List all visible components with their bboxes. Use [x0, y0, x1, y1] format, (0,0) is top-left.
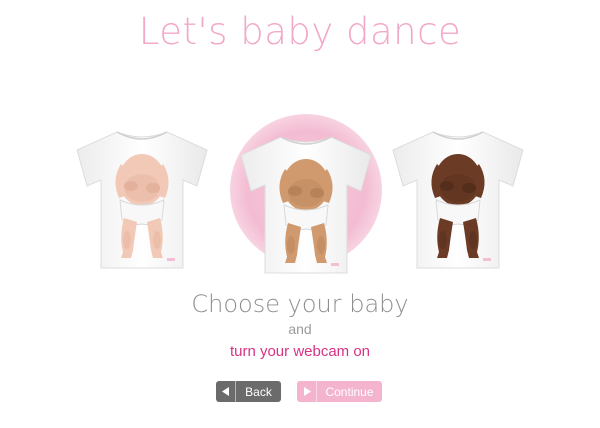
- page-title: Let's baby dance: [138, 10, 462, 53]
- back-button-label: Back: [245, 384, 272, 399]
- and-text: and: [288, 321, 312, 337]
- arrow-right-icon: [297, 381, 317, 402]
- baby-option-light[interactable]: [73, 128, 211, 271]
- baby-shirt-dark-icon: [392, 131, 524, 269]
- baby-option-dark[interactable]: [389, 128, 527, 271]
- baby-shirt-medium-icon: [240, 136, 372, 274]
- back-button[interactable]: Back: [216, 381, 281, 402]
- continue-button[interactable]: Continue: [297, 381, 382, 402]
- baby-shirt-light-icon: [76, 131, 208, 269]
- continue-button-label: Continue: [325, 384, 374, 399]
- choose-baby-text: Choose your baby: [191, 290, 409, 318]
- baby-selector: [0, 105, 600, 295]
- webcam-instruction: turn your webcam on: [229, 343, 371, 360]
- arrow-left-icon: [216, 381, 236, 402]
- baby-option-medium[interactable]: [237, 133, 375, 276]
